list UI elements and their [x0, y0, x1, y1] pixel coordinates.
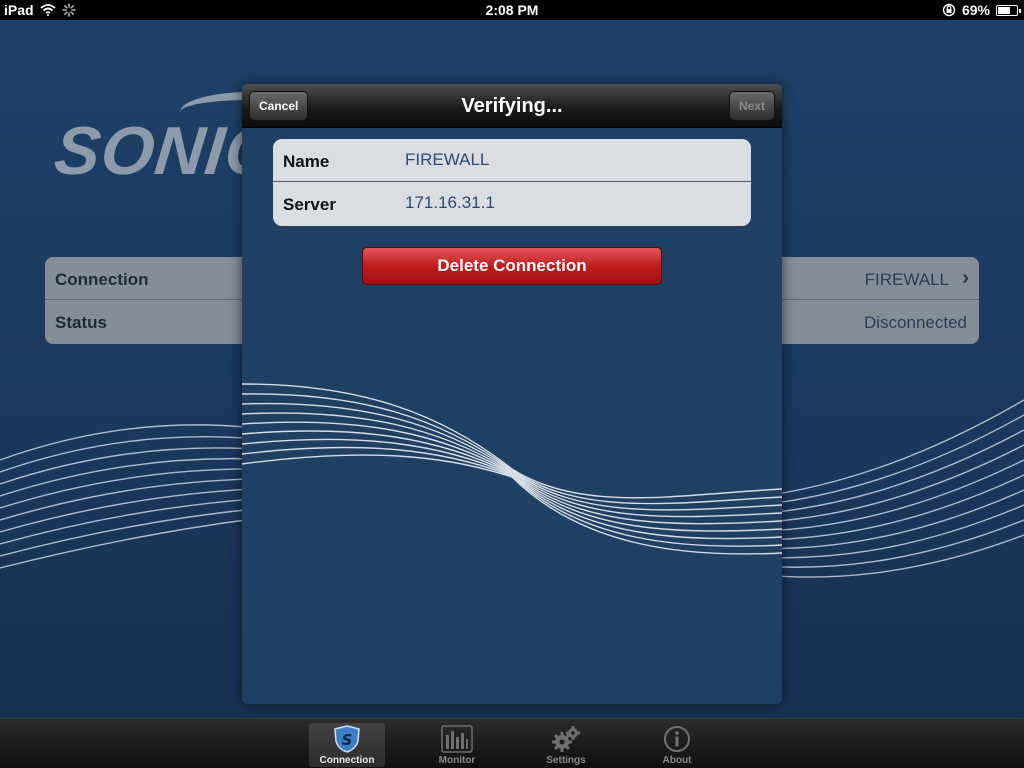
verifying-dialog: Cancel Verifying... Next Name FIREWALL S…: [242, 84, 782, 704]
status-label: Status: [55, 313, 107, 332]
tab-monitor-label: Monitor: [438, 755, 476, 766]
name-label: Name: [283, 152, 330, 171]
gear-icon: [552, 726, 580, 752]
tab-about[interactable]: About: [639, 723, 715, 767]
tab-connection[interactable]: S Connection: [309, 723, 385, 767]
dialog-waves: [242, 383, 782, 555]
tab-monitor[interactable]: Monitor: [419, 723, 495, 767]
tab-settings[interactable]: Settings: [528, 723, 604, 767]
dialog-title: Verifying...: [461, 95, 563, 117]
connection-form: Name FIREWALL Server 171.16.31.1: [273, 139, 751, 226]
bar-chart-icon: [441, 725, 473, 753]
delete-connection-button[interactable]: Delete Connection: [362, 247, 662, 285]
orientation-lock-icon: [942, 3, 956, 17]
connection-label: Connection: [55, 270, 149, 289]
connection-value: FIREWALL: [864, 270, 949, 289]
name-row[interactable]: Name FIREWALL: [273, 139, 751, 182]
status-bar: iPad 2:08 PM 69%: [0, 0, 1024, 20]
battery-icon: [996, 4, 1021, 16]
dialog-nav-bar: Cancel Verifying... Next: [242, 84, 782, 128]
shield-icon: S: [334, 725, 360, 753]
status-right: 69%: [942, 2, 1021, 18]
server-label: Server: [283, 195, 336, 214]
status-time: 2:08 PM: [485, 2, 539, 18]
chevron-right-icon: ›: [962, 267, 969, 289]
tab-about-label: About: [662, 755, 692, 766]
tab-settings-label: Settings: [546, 755, 586, 766]
tab-connection-label: Connection: [319, 755, 375, 766]
battery-fill: [998, 6, 1011, 14]
battery-percent: 69%: [961, 2, 990, 18]
server-value[interactable]: 171.16.31.1: [405, 193, 495, 213]
info-icon: [664, 726, 690, 752]
server-row[interactable]: Server 171.16.31.1: [273, 182, 751, 226]
status-value: Disconnected: [863, 313, 967, 332]
svg-text:S: S: [342, 731, 353, 749]
tab-bar: S Connection Monitor Settings About: [0, 718, 1024, 768]
name-value[interactable]: FIREWALL: [405, 150, 489, 170]
next-button[interactable]: Next: [728, 91, 775, 121]
